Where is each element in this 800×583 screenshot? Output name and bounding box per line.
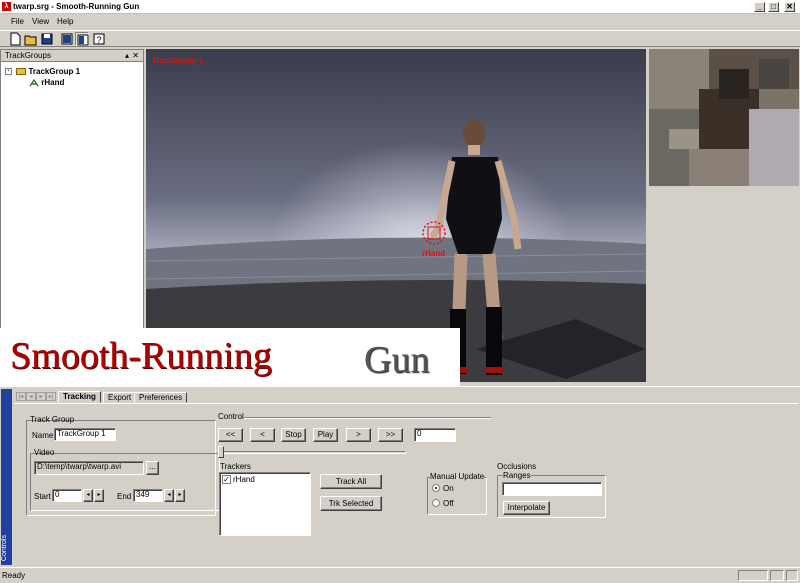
end-decrement-button[interactable]: ◂ (164, 489, 174, 502)
tab-prev-icon[interactable]: ◂ (26, 392, 36, 401)
manual-update-on-radio[interactable] (432, 484, 440, 492)
timeline-slider-thumb[interactable] (218, 446, 224, 458)
tab-export[interactable]: Export (103, 392, 137, 403)
manual-update-legend: Manual Update (430, 472, 485, 481)
status-pane-1 (738, 570, 768, 581)
step-forward-button[interactable]: > (346, 428, 371, 442)
ranges-field[interactable] (502, 482, 602, 496)
start-decrement-button[interactable]: ◂ (83, 489, 93, 502)
tracker-checkbox-rhand[interactable]: ✓ (222, 475, 231, 484)
frame-field[interactable]: 0 (414, 428, 456, 442)
tab-divider (14, 403, 798, 404)
video-path-field[interactable]: D:\temp\twarp\twarp.avi (34, 461, 144, 475)
manual-update-on-label: On (443, 484, 454, 493)
close-button[interactable]: ✕ (784, 2, 795, 12)
new-icon[interactable] (8, 32, 22, 46)
layout-split-icon[interactable] (75, 32, 89, 46)
browse-button[interactable]: ... (146, 461, 159, 475)
start-increment-button[interactable]: ▸ (94, 489, 104, 502)
folder-icon (16, 68, 27, 76)
tree-group-label: TrackGroup 1 (28, 67, 81, 76)
maximize-button[interactable]: □ (768, 2, 779, 12)
tab-next-icon[interactable]: ▸ (36, 392, 46, 401)
pin-icon[interactable]: ▴ (125, 50, 129, 62)
start-field[interactable]: 0 (52, 489, 82, 502)
status-bar: Ready (0, 567, 800, 583)
menu-file[interactable]: File (11, 17, 24, 26)
tree-item-tracker[interactable]: rHand (29, 78, 64, 87)
title-bar: λ twarp.srg - Smooth-Running Gun _ □ ✕ (0, 0, 800, 14)
viewport-tracker-label: rHand (422, 249, 446, 258)
control-rule (244, 417, 491, 419)
end-label: End (117, 492, 132, 501)
interpolate-button[interactable]: Interpolate (503, 501, 550, 515)
tracker-item-rhand[interactable]: rHand (233, 475, 255, 484)
status-text: Ready (2, 571, 26, 580)
manual-update-box (427, 477, 487, 515)
end-increment-button[interactable]: ▸ (175, 489, 185, 502)
viewport-group-label: TrackGroup 1 (152, 56, 204, 65)
start-label: Start (34, 492, 51, 501)
manual-update-off-radio[interactable] (432, 499, 440, 507)
menu-bar: File View Help (0, 15, 800, 28)
trackgroups-title: TrackGroups (5, 51, 51, 60)
status-pane-3 (786, 570, 798, 581)
tab-preferences[interactable]: Preferences (134, 392, 188, 403)
tree-item-trackgroup[interactable]: - TrackGroup 1 (5, 67, 80, 76)
minimize-button[interactable]: _ (754, 2, 765, 12)
trackers-legend: Trackers (220, 462, 251, 471)
end-field[interactable]: 349 (133, 489, 163, 502)
toolbar: ? (0, 30, 800, 47)
svg-text:?: ? (96, 35, 101, 45)
tab-tracking[interactable]: Tracking (58, 391, 101, 403)
app-icon[interactable]: λ (2, 2, 11, 11)
panel-close-icon[interactable]: ✕ (132, 50, 139, 62)
name-field[interactable]: TrackGroup 1 (54, 428, 116, 441)
tree-tracker-label: rHand (41, 78, 65, 87)
name-label: Name (32, 431, 54, 440)
step-back-button[interactable]: < (250, 428, 275, 442)
rewind-button[interactable]: << (218, 428, 243, 442)
layout-single-icon[interactable] (60, 32, 74, 46)
zoom-preview (649, 49, 799, 186)
control-legend: Control (218, 412, 244, 421)
menu-help[interactable]: Help (57, 17, 73, 26)
timeline-track[interactable] (218, 451, 406, 454)
track-all-button[interactable]: Track All (320, 474, 382, 489)
menu-view[interactable]: View (32, 17, 49, 26)
tab-last-icon[interactable]: ▸| (46, 392, 56, 401)
track-selected-button[interactable]: Trk Selected (320, 496, 382, 511)
manual-update-off-label: Off (443, 499, 454, 508)
banner-word-gun: Gun (364, 339, 430, 381)
tab-first-icon[interactable]: |◂ (16, 392, 26, 401)
banner-word-smooth-running: Smooth-Running (10, 335, 272, 377)
stop-button[interactable]: Stop (281, 428, 306, 442)
title-banner: Smooth-Running Gun (0, 328, 460, 386)
fast-forward-button[interactable]: >> (378, 428, 403, 442)
ranges-legend: Ranges (503, 471, 531, 480)
play-button[interactable]: Play (313, 428, 338, 442)
save-icon[interactable] (40, 32, 54, 46)
window-title: twarp.srg - Smooth-Running Gun (13, 2, 140, 11)
zoom-preview-image (649, 49, 799, 186)
open-icon[interactable] (24, 32, 38, 46)
status-pane-2 (770, 570, 784, 581)
video-legend: Video (34, 448, 55, 457)
collapse-icon[interactable]: - (5, 68, 12, 76)
controls-side-tab-label: Controls (1, 534, 8, 561)
occlusions-legend: Occlusions (497, 462, 537, 471)
track-group-legend: Track Group (30, 415, 75, 424)
help-icon[interactable]: ? (92, 32, 106, 46)
trackgroups-header: TrackGroups ▴ ✕ (1, 50, 143, 62)
controls-side-tab[interactable]: Controls (1, 389, 12, 565)
tracker-icon (29, 78, 39, 87)
